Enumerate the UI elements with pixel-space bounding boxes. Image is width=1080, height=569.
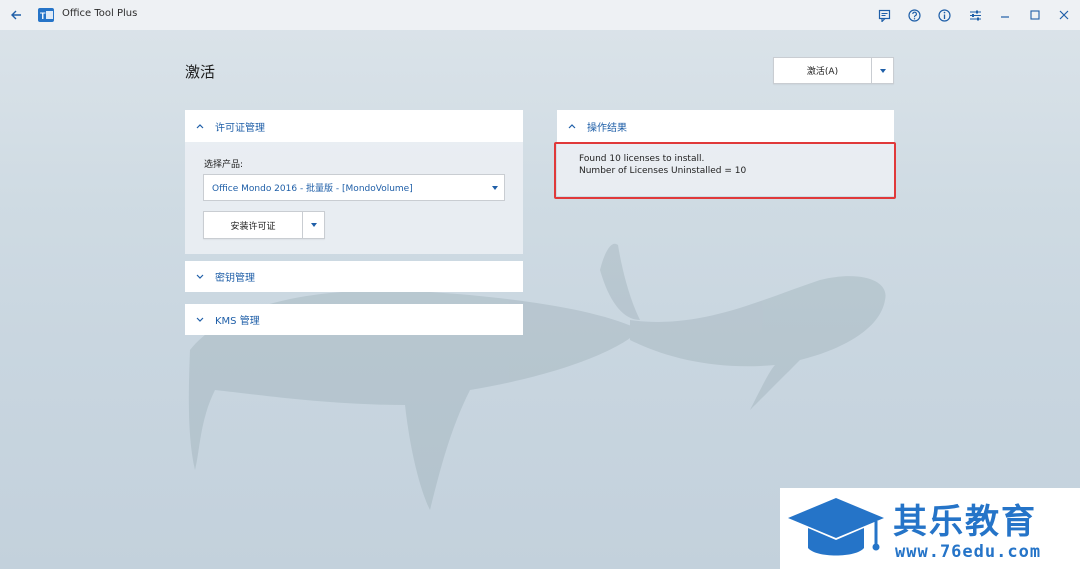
license-panel-header[interactable]: 许可证管理: [185, 110, 523, 142]
activate-button[interactable]: 激活(A): [774, 58, 871, 83]
red-highlight-box: [554, 142, 896, 199]
info-icon[interactable]: [935, 6, 953, 24]
kms-panel-header[interactable]: KMS 管理: [185, 304, 523, 335]
watermark-url: www.76edu.com: [895, 542, 1042, 562]
app-logo-icon: T: [37, 6, 55, 24]
close-icon[interactable]: [1055, 6, 1073, 24]
chevron-up-icon: [195, 123, 205, 129]
chevron-down-icon: [195, 274, 205, 280]
key-panel-title: 密钥管理: [215, 273, 255, 284]
activate-split-button: 激活(A): [773, 57, 894, 84]
install-license-dropdown-button[interactable]: [302, 212, 324, 238]
chevron-down-icon: [195, 317, 205, 323]
product-label: 选择产品:: [204, 160, 244, 170]
result-panel-title: 操作结果: [587, 122, 627, 134]
title-bar: T Office Tool Plus: [0, 0, 1080, 30]
chevron-down-icon: [879, 68, 886, 73]
svg-text:T: T: [40, 11, 46, 21]
maximize-icon[interactable]: [1026, 6, 1044, 24]
chevron-down-icon: [310, 223, 317, 227]
feedback-icon[interactable]: [875, 6, 893, 24]
key-panel-header[interactable]: 密钥管理: [185, 261, 523, 292]
graduation-cap-icon: [788, 498, 884, 556]
license-panel-body: 选择产品: Office Mondo 2016 - 批量版 - [MondoVo…: [185, 142, 523, 254]
result-panel-header[interactable]: 操作结果: [557, 110, 894, 142]
page-title: 激活: [185, 63, 216, 81]
install-license-split-button: 安装许可证: [203, 211, 325, 239]
product-select[interactable]: Office Mondo 2016 - 批量版 - [MondoVolume]: [203, 174, 505, 201]
kms-panel-title: KMS 管理: [215, 316, 260, 327]
app-title: Office Tool Plus: [62, 8, 138, 19]
product-select-value: Office Mondo 2016 - 批量版 - [MondoVolume]: [212, 184, 413, 194]
license-panel-title: 许可证管理: [215, 122, 265, 134]
watermark: 其乐教育 www.76edu.com: [780, 488, 1080, 569]
chevron-up-icon: [567, 123, 577, 129]
install-license-button[interactable]: 安装许可证: [204, 212, 302, 238]
minimize-icon[interactable]: [996, 6, 1014, 24]
watermark-name: 其乐教育: [893, 502, 1037, 542]
help-icon[interactable]: [905, 6, 923, 24]
back-arrow-icon[interactable]: [6, 5, 26, 25]
settings-sliders-icon[interactable]: [966, 6, 984, 24]
chevron-down-icon: [492, 186, 498, 190]
activate-dropdown-button[interactable]: [871, 58, 893, 83]
